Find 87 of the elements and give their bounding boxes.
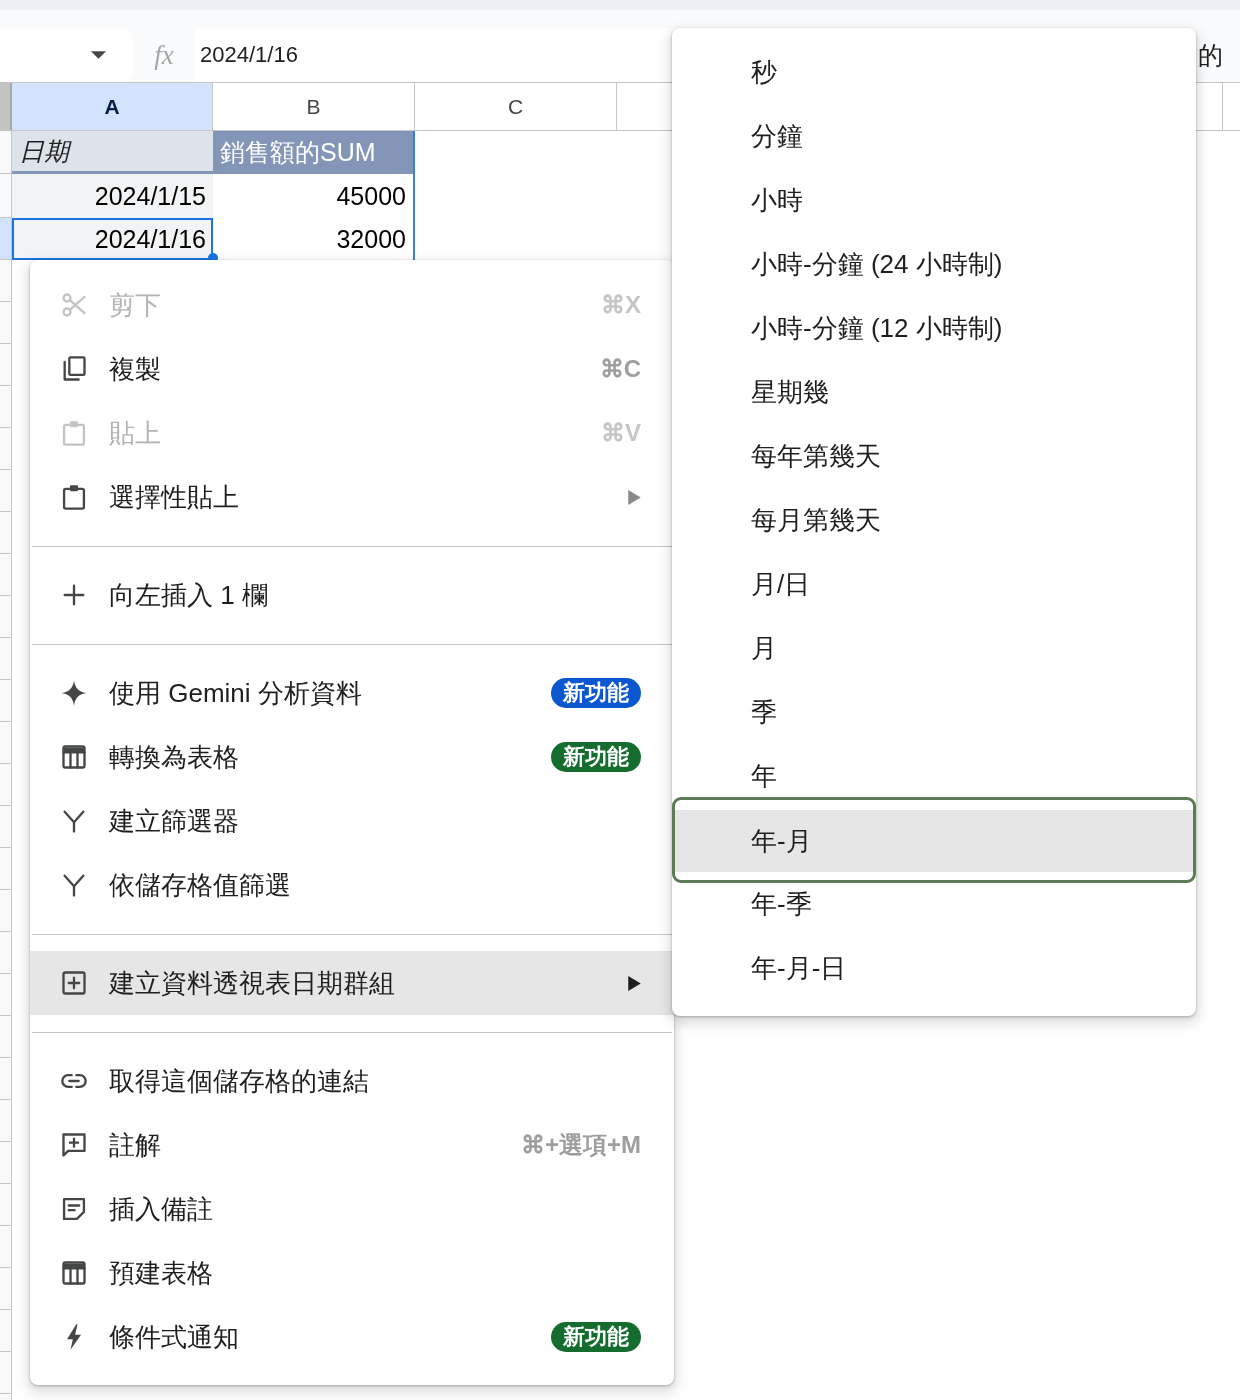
fx-label: fx (154, 39, 174, 71)
row-header[interactable] (0, 1100, 12, 1142)
row-header[interactable] (0, 344, 12, 386)
row-header[interactable] (0, 1226, 12, 1268)
row-header[interactable] (0, 554, 12, 596)
menu-item[interactable]: 使用 Gemini 分析資料 新功能 (30, 661, 674, 725)
row-header[interactable] (0, 1142, 12, 1184)
row-header[interactable] (0, 302, 12, 344)
row-header[interactable] (0, 1016, 12, 1058)
menu-item[interactable]: 預建表格 (30, 1241, 674, 1305)
clipboard-icon (60, 483, 88, 511)
row-header[interactable] (0, 974, 12, 1016)
filter-icon (60, 807, 88, 835)
shortcut-label: ⌘+選項+M (520, 1130, 641, 1160)
row-header[interactable] (0, 428, 12, 470)
plus-square-icon (60, 969, 88, 997)
row-header[interactable] (0, 1184, 12, 1226)
sheet-cell[interactable]: 2024/1/16 (12, 218, 213, 260)
column-header[interactable]: C (415, 83, 617, 130)
dropdown-caret-icon[interactable] (91, 51, 106, 59)
new-feature-badge: 新功能 (551, 678, 641, 708)
submenu-arrow-icon (628, 489, 641, 505)
shortcut-label: ⌘X (601, 291, 641, 319)
menu-item[interactable]: 轉換為表格 新功能 (30, 725, 674, 789)
table-icon (60, 1259, 88, 1287)
menu-item[interactable]: 建立篩選器 (30, 789, 674, 853)
clipboard-icon (60, 419, 88, 447)
column-header[interactable]: A (12, 83, 213, 130)
row-header[interactable] (0, 386, 12, 428)
row-header[interactable] (0, 638, 12, 680)
menu-item[interactable]: 取得這個儲存格的連結 (30, 1049, 674, 1113)
sheet-cell[interactable]: 日期 (12, 131, 213, 174)
row-header[interactable] (0, 806, 12, 848)
submenu-item[interactable]: 星期幾 (672, 360, 1196, 424)
submenu-item[interactable]: 年-月-日 (672, 936, 1196, 1000)
name-box-field[interactable] (0, 28, 133, 82)
row-header[interactable] (0, 1310, 12, 1352)
comment-plus-icon (60, 1131, 88, 1159)
menu-item[interactable]: 建立資料透視表日期群組 (30, 951, 674, 1015)
toolbar-text: 的 (1198, 39, 1223, 71)
row-header[interactable] (0, 1352, 12, 1394)
new-feature-badge: 新功能 (551, 1322, 641, 1352)
row-header[interactable] (0, 848, 12, 890)
submenu-item[interactable]: 小時 (672, 168, 1196, 232)
row-header[interactable] (0, 596, 12, 638)
shortcut-label: ⌘C (599, 355, 641, 383)
menu-item[interactable]: 插入備註 (30, 1177, 674, 1241)
row-header[interactable] (0, 890, 12, 932)
submenu-item[interactable]: 月 (672, 616, 1196, 680)
row-header[interactable] (0, 131, 12, 174)
submenu-item[interactable]: 每月第幾天 (672, 488, 1196, 552)
menu-item[interactable]: 複製 ⌘C (30, 337, 674, 401)
row-header[interactable] (0, 722, 12, 764)
menu-item[interactable]: 註解 ⌘+選項+M (30, 1113, 674, 1177)
note-icon (60, 1195, 88, 1223)
submenu-item[interactable]: 小時-分鐘 (24 小時制) (672, 232, 1196, 296)
menu-item[interactable]: 向左插入 1 欄 (30, 563, 674, 627)
row-header[interactable] (0, 512, 12, 554)
sparkle-icon (60, 679, 88, 707)
menu-item[interactable]: 條件式通知 新功能 (30, 1305, 674, 1369)
shortcut-label: ⌘V (601, 419, 641, 447)
menu-item[interactable]: 選擇性貼上 (30, 465, 674, 529)
submenu-item[interactable]: 月/日 (672, 552, 1196, 616)
row-header[interactable] (0, 174, 12, 218)
filter-icon (60, 871, 88, 899)
submenu-item[interactable]: 每年第幾天 (672, 424, 1196, 488)
submenu-item[interactable]: 小時-分鐘 (12 小時制) (672, 296, 1196, 360)
table-icon (60, 743, 88, 771)
submenu-item[interactable]: 秒 (672, 40, 1196, 104)
submenu-item[interactable]: 季 (672, 680, 1196, 744)
row-header[interactable] (0, 932, 12, 974)
row-header[interactable] (0, 680, 12, 722)
column-header[interactable]: B (213, 83, 415, 130)
row-header[interactable] (0, 470, 12, 512)
row-header[interactable] (0, 218, 12, 260)
row-header[interactable] (0, 1058, 12, 1100)
submenu-item[interactable]: 年-月 (672, 797, 1196, 883)
submenu-item[interactable]: 分鐘 (672, 104, 1196, 168)
row-header[interactable] (0, 764, 12, 806)
select-all-corner[interactable] (0, 83, 12, 130)
submenu-arrow-icon (628, 975, 641, 991)
row-header[interactable] (0, 1268, 12, 1310)
sheet-cell[interactable]: 2024/1/15 (12, 174, 213, 218)
row-header[interactable] (0, 260, 12, 302)
scissors-icon (60, 291, 88, 319)
new-feature-badge: 新功能 (551, 742, 641, 772)
menu-item[interactable]: 依儲存格值篩選 (30, 853, 674, 917)
